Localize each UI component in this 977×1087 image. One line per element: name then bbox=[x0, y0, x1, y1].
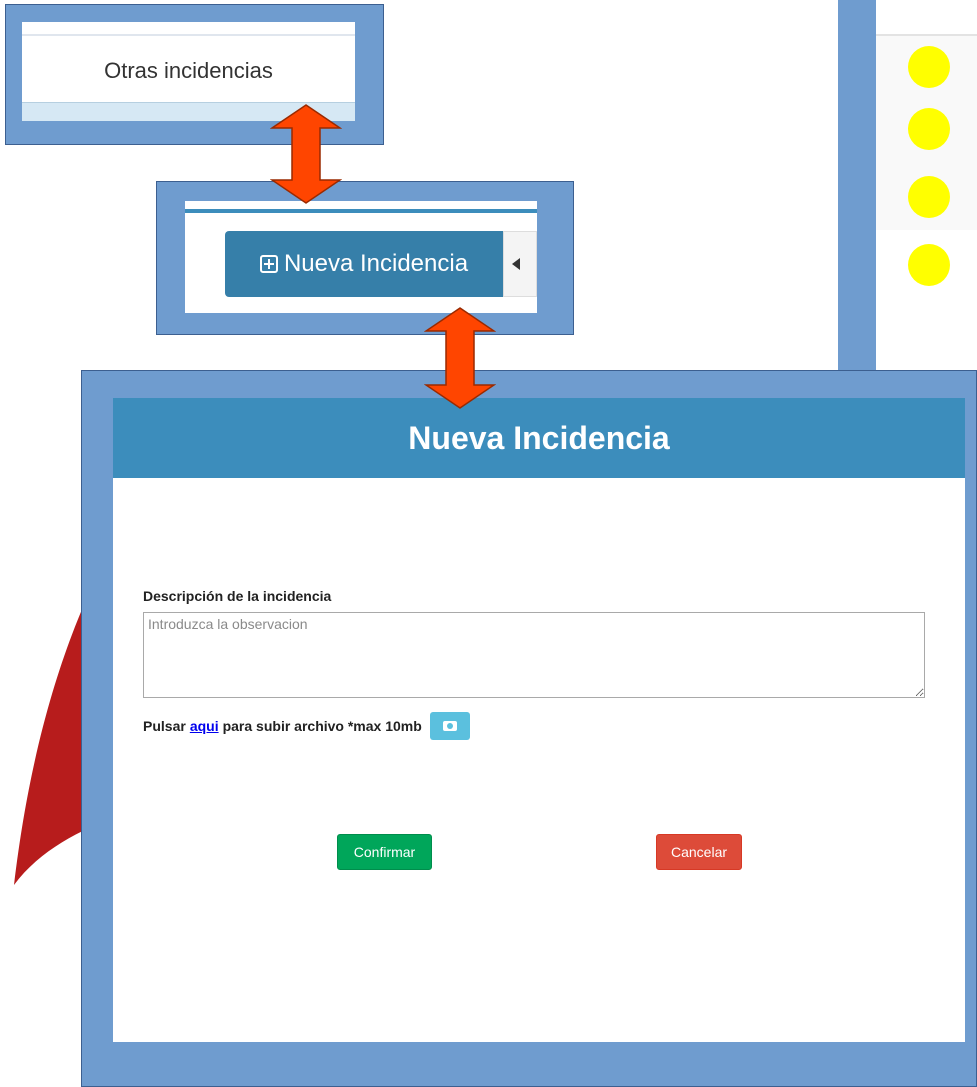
toolbar-top-line bbox=[185, 209, 537, 213]
double-arrow-icon bbox=[270, 104, 342, 204]
cancel-button[interactable]: Cancelar bbox=[656, 834, 742, 870]
plus-square-icon bbox=[259, 255, 278, 273]
confirm-button[interactable]: Confirmar bbox=[337, 834, 432, 870]
yellow-status-dot-icon bbox=[908, 46, 950, 88]
otras-incidencias-label: Otras incidencias bbox=[104, 58, 273, 83]
description-label: Descripción de la incidencia bbox=[143, 588, 332, 604]
modal-title: Nueva Incidencia bbox=[113, 398, 965, 478]
upload-instructions: Pulsar aqui para subir archivo *max 10mb bbox=[143, 712, 470, 740]
toolbar-next-button[interactable] bbox=[503, 231, 537, 297]
yellow-status-dot-icon bbox=[908, 244, 950, 286]
nueva-incidencia-button-label: Nueva Incidencia bbox=[283, 250, 469, 277]
yellow-status-dot-icon bbox=[908, 108, 950, 150]
upload-link[interactable]: aqui bbox=[190, 718, 219, 734]
caret-left-icon bbox=[512, 258, 520, 270]
upload-suffix: para subir archivo *max 10mb bbox=[222, 718, 422, 734]
nueva-incidencia-modal: Nueva Incidencia Descripción de la incid… bbox=[113, 398, 965, 1042]
double-arrow-icon bbox=[424, 307, 496, 409]
table-row[interactable] bbox=[876, 164, 977, 231]
nueva-incidencia-toolbar: Nueva Incidencia bbox=[185, 201, 537, 313]
background-table-header bbox=[876, 0, 977, 36]
upload-prefix: Pulsar bbox=[143, 718, 186, 734]
yellow-status-dot-icon bbox=[908, 176, 950, 218]
description-textarea[interactable] bbox=[143, 612, 925, 698]
table-row[interactable] bbox=[876, 98, 977, 165]
upload-camera-button[interactable] bbox=[429, 712, 470, 740]
background-frame bbox=[838, 0, 876, 375]
camera-lens bbox=[446, 723, 453, 729]
table-row[interactable] bbox=[876, 36, 977, 99]
nueva-incidencia-button[interactable]: Nueva Incidencia bbox=[225, 231, 503, 297]
tab-divider bbox=[22, 34, 355, 36]
